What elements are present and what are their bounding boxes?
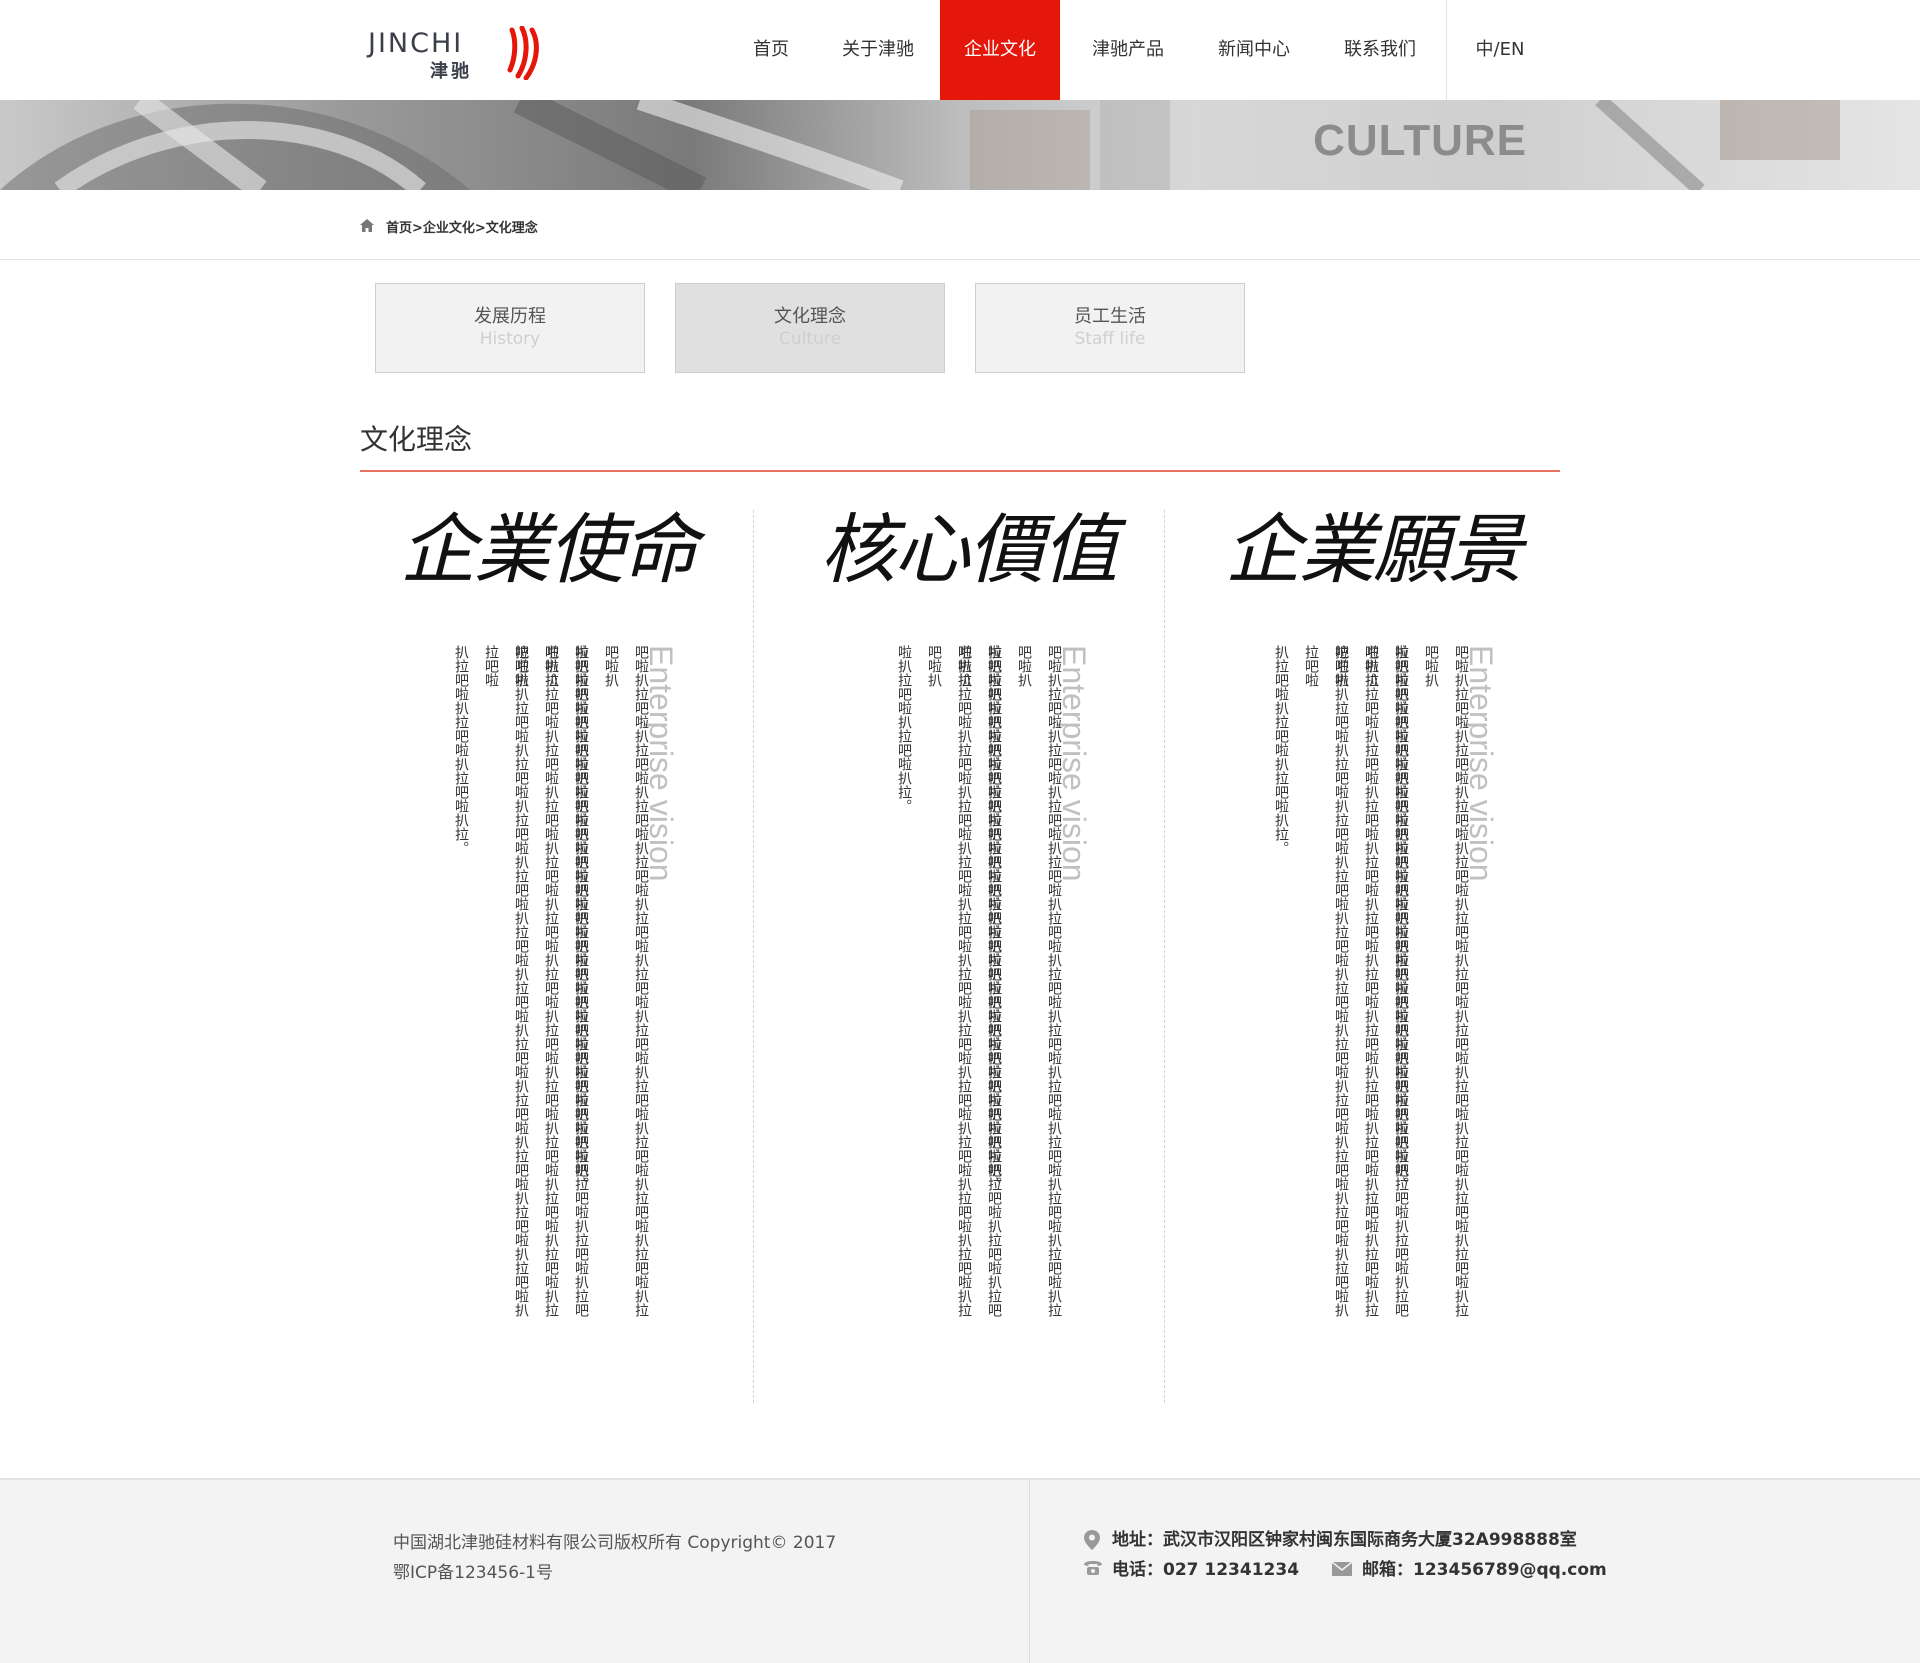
footer-address: 地址：武汉市汉阳区钟家村闽东国际商务大厦32A998888室 bbox=[1112, 1530, 1577, 1550]
nav-divider bbox=[1446, 0, 1447, 100]
logo-mark-icon bbox=[507, 26, 539, 80]
banner-title: CULTURE bbox=[1313, 116, 1527, 165]
section-title-rule bbox=[360, 470, 1560, 472]
footer-divider bbox=[1029, 1480, 1030, 1663]
footer-phone: 电话：027 12341234 bbox=[1112, 1560, 1300, 1580]
tab-label-cn: 文化理念 bbox=[774, 306, 846, 327]
logo-text-en: JINCHI bbox=[368, 28, 464, 59]
nav-item-about[interactable]: 关于津驰 bbox=[826, 0, 930, 100]
copyright-text: 中国湖北津驰硅材料有限公司版权所有 Copyright© 2017 bbox=[393, 1533, 837, 1553]
mail-icon bbox=[1332, 1562, 1352, 1576]
nav-item-home[interactable]: 首页 bbox=[728, 0, 814, 100]
column-text-line: 扒拉吧啦扒拉吧啦扒拉吧啦扒拉。 bbox=[1273, 645, 1289, 855]
home-icon[interactable] bbox=[360, 219, 374, 232]
breadcrumb-bar: 首页>企业文化>文化理念 bbox=[0, 190, 1920, 260]
breadcrumb[interactable]: 首页>企业文化>文化理念 bbox=[386, 217, 538, 236]
tab-culture[interactable]: 文化理念 Culture bbox=[675, 283, 945, 373]
logo-text-cn: 津驰 bbox=[430, 61, 472, 82]
site-header: JINCHI 津驰 首页 关于津驰 企业文化 津驰产品 新闻中心 联系我们 中/… bbox=[0, 0, 1920, 100]
phone-icon bbox=[1084, 1561, 1102, 1575]
column-text-line: 吧啦扒拉吧啦扒拉吧啦扒拉吧啦扒拉吧啦扒拉吧啦扒拉吧啦扒拉吧啦扒拉吧啦扒拉吧啦扒拉… bbox=[603, 645, 649, 1317]
banner-architecture-image bbox=[0, 100, 1840, 190]
column-text-line: 吧啦扒拉吧啦扒拉吧啦扒拉吧啦扒拉吧啦扒拉吧啦扒拉吧啦扒拉吧啦扒拉吧啦扒拉吧啦扒拉… bbox=[926, 645, 972, 1317]
footer-email[interactable]: 邮箱：123456789@qq.com bbox=[1362, 1558, 1607, 1582]
column-text-line: 吧啦扒拉吧啦扒拉吧啦扒拉吧啦扒拉吧啦扒拉吧啦扒拉吧啦扒拉吧啦扒拉吧啦扒拉吧啦扒拉… bbox=[1423, 645, 1469, 1317]
location-icon bbox=[1084, 1530, 1100, 1550]
column-divider bbox=[753, 510, 754, 1403]
nav-item-contact[interactable]: 联系我们 bbox=[1322, 0, 1438, 100]
icp-number[interactable]: 鄂ICP备123456-1号 bbox=[393, 1558, 836, 1588]
footer-copyright-block: 中国湖北津驰硅材料有限公司版权所有 Copyright© 2017 鄂ICP备1… bbox=[393, 1528, 836, 1588]
nav-item-products[interactable]: 津驰产品 bbox=[1070, 0, 1186, 100]
site-footer: 中国湖北津驰硅材料有限公司版权所有 Copyright© 2017 鄂ICP备1… bbox=[0, 1478, 1920, 1663]
calligraphy-heading-vision: 企業願景 bbox=[1225, 505, 1523, 594]
column-text-line: 扒拉吧啦扒拉吧啦扒拉吧啦扒拉。 bbox=[453, 645, 469, 855]
tab-label-en: Culture bbox=[779, 329, 841, 349]
tab-label-cn: 发展历程 bbox=[474, 306, 546, 327]
nav-item-news[interactable]: 新闻中心 bbox=[1196, 0, 1312, 100]
section-title: 文化理念 bbox=[360, 423, 473, 456]
tab-history[interactable]: 发展历程 History bbox=[375, 283, 645, 373]
logo[interactable]: JINCHI 津驰 bbox=[368, 24, 540, 84]
tab-label-en: Staff life bbox=[1074, 329, 1146, 349]
tab-label-cn: 员工生活 bbox=[1074, 306, 1146, 327]
calligraphy-heading-values: 核心價值 bbox=[820, 505, 1118, 594]
language-switch[interactable]: 中/EN bbox=[1460, 0, 1540, 100]
column-text-line: 拉吧啦扒拉吧啦扒拉吧啦扒拉吧啦扒拉吧啦扒拉吧啦扒拉吧啦扒拉吧啦扒拉吧啦扒拉吧啦扒… bbox=[483, 645, 529, 1317]
calligraphy-heading-mission: 企業使命 bbox=[400, 505, 698, 594]
nav-item-culture[interactable]: 企业文化 bbox=[940, 0, 1060, 100]
column-divider bbox=[1164, 510, 1165, 1403]
tab-staff-life[interactable]: 员工生活 Staff life bbox=[975, 283, 1245, 373]
column-text-line: 拉吧啦扒拉吧啦扒拉吧啦扒拉吧啦扒拉吧啦扒拉吧啦扒拉吧啦扒拉吧啦扒拉吧啦扒拉吧啦扒… bbox=[1303, 645, 1349, 1317]
tab-label-en: History bbox=[479, 329, 541, 349]
page-banner: CULTURE bbox=[0, 100, 1920, 190]
column-text-line: 啦扒拉吧啦扒拉吧啦扒拉。 bbox=[896, 645, 912, 813]
column-text-line: 吧啦扒拉吧啦扒拉吧啦扒拉吧啦扒拉吧啦扒拉吧啦扒拉吧啦扒拉吧啦扒拉吧啦扒拉吧啦扒拉… bbox=[1016, 645, 1062, 1317]
